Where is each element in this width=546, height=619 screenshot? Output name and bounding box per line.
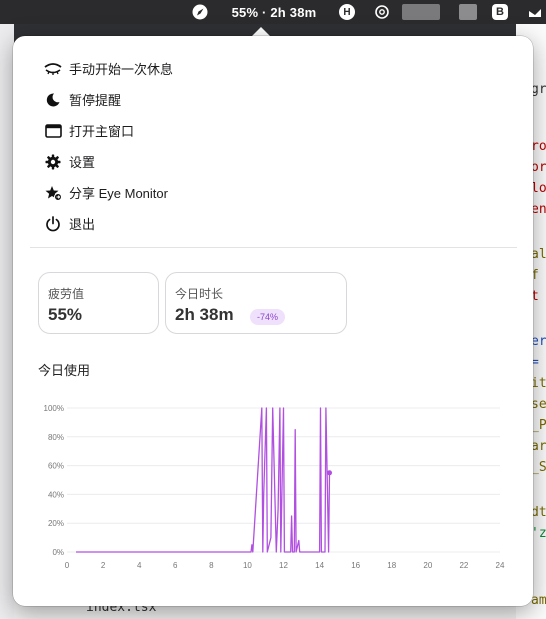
moon-icon	[44, 91, 62, 109]
chatgpt-icon[interactable]	[372, 0, 392, 24]
menu-item-settings[interactable]: 设置	[13, 146, 533, 177]
menu-item-share[interactable]: 分享 Eye Monitor	[13, 177, 533, 208]
h-app-icon[interactable]: H	[337, 0, 357, 24]
menu-item-label: 退出	[69, 217, 96, 232]
menu-item-label: 打开主窗口	[69, 124, 135, 139]
power-icon	[44, 215, 62, 233]
background-code-fragment: en	[531, 202, 546, 217]
background-sidebar	[0, 24, 14, 619]
background-code-fragment: dt	[531, 505, 546, 520]
chart-x-tick-label: 18	[387, 561, 396, 570]
menu-item-label: 暂停提醒	[69, 93, 122, 108]
chart-y-tick-label: 20%	[48, 519, 64, 528]
chart-x-tick-label: 8	[209, 561, 214, 570]
eye-monitor-popup: 手动开始一次休息 暂停提醒 打开主窗口 设置 分享 Eye Monitor 退出…	[13, 36, 533, 606]
chart-y-tick-label: 100%	[44, 404, 64, 413]
today-duration-label: 今日时长	[175, 287, 224, 301]
gear-icon	[44, 153, 62, 171]
chart-x-tick-label: 14	[315, 561, 324, 570]
popup-menu: 手动开始一次休息 暂停提醒 打开主窗口 设置 分享 Eye Monitor 退出	[13, 53, 533, 239]
chart-y-tick-label: 80%	[48, 433, 64, 442]
menu-bar: 55% · 2h 38m H B	[0, 0, 546, 24]
menu-item-label: 手动开始一次休息	[69, 62, 174, 77]
background-code-fragment: se	[531, 397, 546, 412]
background-code-fragment: al	[531, 247, 546, 262]
fatigue-value: 55%	[48, 305, 83, 324]
background-code-fragment: er	[531, 334, 546, 349]
chart-x-tick-label: 20	[423, 561, 432, 570]
menu-divider	[30, 247, 517, 248]
background-code-fragment: am	[531, 593, 546, 608]
chart-series-line	[76, 407, 331, 553]
background-code-fragment: or	[531, 160, 546, 175]
b-app-icon[interactable]: B	[490, 0, 510, 24]
usage-title: 今日使用	[38, 363, 91, 378]
blurred-status-item[interactable]	[401, 0, 441, 24]
chart-y-tick-label: 0%	[52, 548, 64, 557]
menu-item-label: 设置	[69, 155, 96, 170]
background-code-fragment: ar	[531, 439, 546, 454]
chart-x-tick-label: 0	[65, 561, 70, 570]
fatigue-label: 疲劳值	[48, 287, 85, 301]
menu-item-open-main-window[interactable]: 打开主窗口	[13, 115, 533, 146]
chart-x-tick-label: 6	[173, 561, 178, 570]
menu-item-label: 分享 Eye Monitor	[69, 186, 168, 201]
fatigue-card: 疲劳值 55%	[38, 272, 159, 334]
chart-x-tick-label: 12	[279, 561, 288, 570]
background-code-fragment: ro	[531, 139, 546, 154]
star-share-icon	[44, 184, 62, 202]
popup-caret	[252, 27, 270, 36]
window-icon	[44, 122, 62, 140]
background-code-fragment: gr	[531, 82, 546, 97]
chart-x-tick-label: 10	[243, 561, 252, 570]
chart-y-tick-label: 40%	[48, 490, 64, 499]
chart-x-tick-label: 22	[459, 561, 468, 570]
chart-y-tick-label: 60%	[48, 462, 64, 471]
menu-item-start-break[interactable]: 手动开始一次休息	[13, 53, 533, 84]
chart-x-tick-label: 4	[137, 561, 142, 570]
today-duration-card: 今日时长 2h 38m -74%	[165, 272, 347, 334]
chart-x-tick-label: 16	[351, 561, 360, 570]
menu-item-pause-reminders[interactable]: 暂停提醒	[13, 84, 533, 115]
chart-x-tick-label: 2	[101, 561, 106, 570]
menu-item-quit[interactable]: 退出	[13, 208, 533, 239]
status-text: 55% · 2h 38m	[231, 4, 317, 20]
today-duration-value: 2h 38m	[175, 305, 234, 324]
background-code-fragment: _P	[531, 418, 546, 433]
status-readout[interactable]: 55% · 2h 38m	[224, 0, 324, 24]
change-badge: -74%	[250, 309, 286, 325]
chart-x-tick-label: 24	[496, 561, 505, 570]
usage-chart: 0%20%40%60%80%100%0 2 4 6 8 10 12 14 16 18 20 22 24	[44, 404, 505, 570]
blurred-status-item-2[interactable]	[458, 0, 478, 24]
cloud-icon[interactable]	[525, 0, 545, 24]
background-code-fragment: _S	[531, 460, 546, 475]
background-code-fragment: it	[531, 376, 546, 391]
chart-last-point	[327, 470, 333, 476]
closed-eye-icon	[44, 60, 62, 78]
background-code-fragment: 'z	[531, 526, 546, 541]
background-code-fragment: lo	[531, 181, 546, 196]
eye-monitor-icon[interactable]	[190, 0, 210, 24]
